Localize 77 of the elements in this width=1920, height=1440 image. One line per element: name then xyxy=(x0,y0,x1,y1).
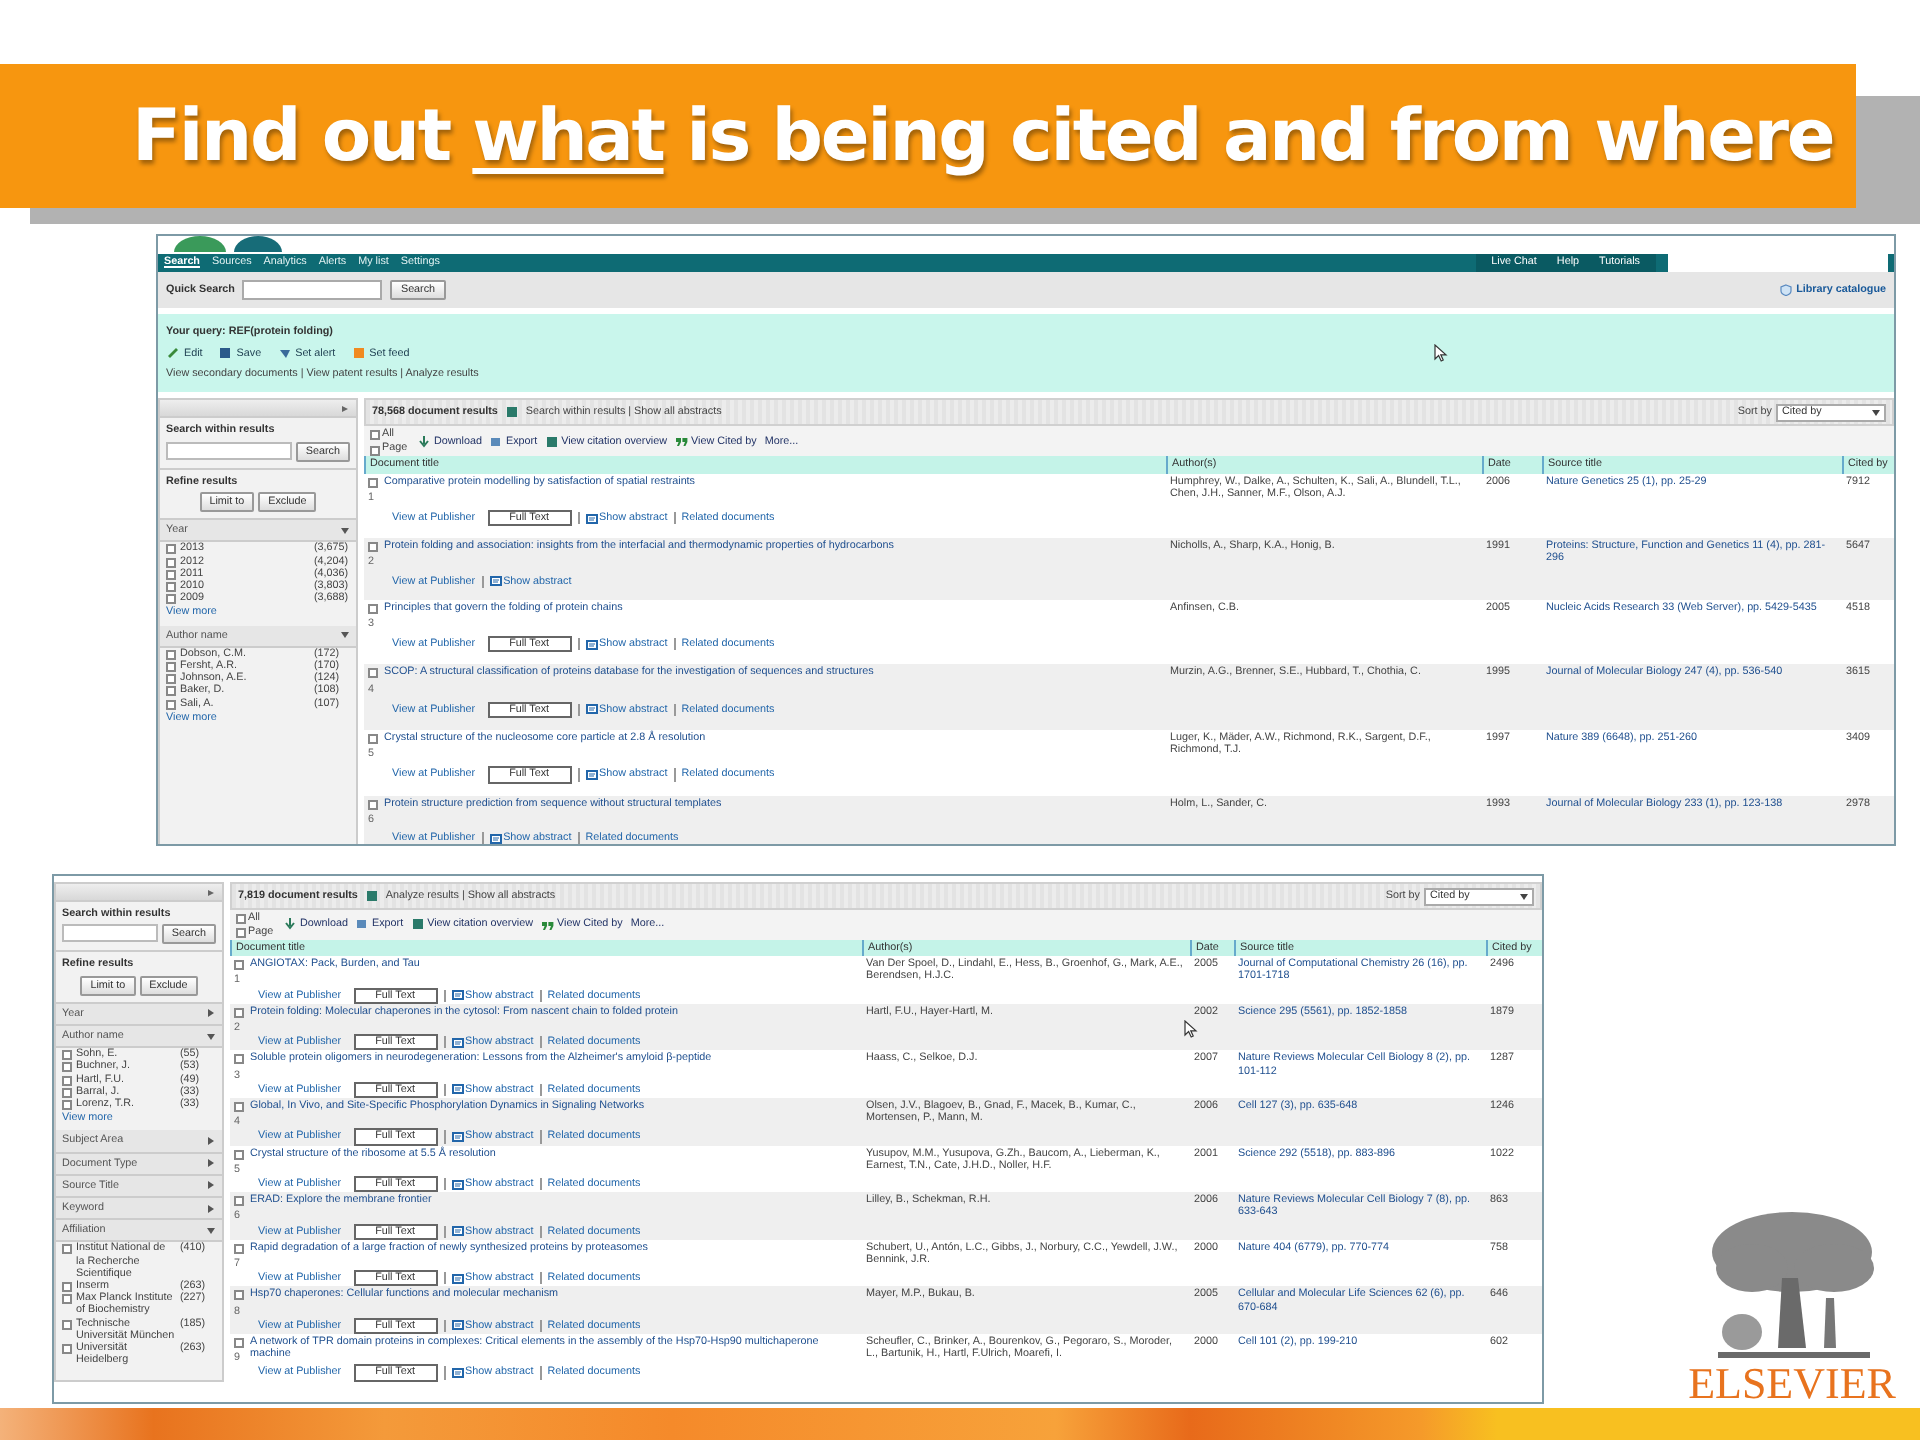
slide-title: Find out what is being cited and from where xyxy=(132,95,1834,177)
checkbox[interactable] xyxy=(370,430,380,441)
checkbox[interactable] xyxy=(166,594,176,605)
mouse-pointer-icon xyxy=(1184,1020,1198,1038)
shield-icon xyxy=(1780,283,1793,296)
caret-icon[interactable] xyxy=(206,1158,216,1169)
search-field[interactable] xyxy=(166,441,292,460)
document-icon xyxy=(451,1320,464,1331)
checkbox[interactable] xyxy=(234,1243,244,1254)
checkbox[interactable] xyxy=(62,1319,72,1330)
caret-icon[interactable] xyxy=(340,525,350,536)
caret-icon xyxy=(1872,409,1880,416)
checkbox[interactable] xyxy=(166,699,176,710)
document-icon xyxy=(451,1132,464,1143)
checkbox[interactable] xyxy=(62,1075,72,1086)
quote-icon xyxy=(541,919,554,930)
download-icon xyxy=(418,435,430,448)
checkbox[interactable] xyxy=(368,734,378,745)
collapse-icon[interactable] xyxy=(206,887,216,897)
logo-icon xyxy=(170,236,230,252)
checkbox[interactable] xyxy=(234,1054,244,1065)
search-field[interactable] xyxy=(242,280,383,300)
checkbox[interactable] xyxy=(368,668,378,679)
caret-icon[interactable] xyxy=(206,1180,216,1191)
checkbox[interactable] xyxy=(234,1007,244,1018)
checkbox[interactable] xyxy=(62,1050,72,1061)
checkbox[interactable] xyxy=(236,928,246,939)
checkbox[interactable] xyxy=(62,1244,72,1255)
export-icon xyxy=(489,435,502,448)
feed-icon xyxy=(351,346,366,361)
document-icon xyxy=(489,576,502,587)
checkbox[interactable] xyxy=(62,1344,72,1355)
checkbox[interactable] xyxy=(368,603,378,614)
brand-wordmark: ELSEVIER xyxy=(1688,1362,1896,1406)
checkbox[interactable] xyxy=(62,1087,72,1098)
document-icon xyxy=(585,770,598,781)
checkbox[interactable] xyxy=(166,649,176,660)
caret-icon[interactable] xyxy=(206,1225,216,1236)
document-icon xyxy=(585,639,598,650)
checkbox[interactable] xyxy=(368,477,378,488)
checkbox[interactable] xyxy=(62,1294,72,1305)
caret-icon[interactable] xyxy=(206,1136,216,1147)
checkbox[interactable] xyxy=(234,1196,244,1207)
checkbox[interactable] xyxy=(166,557,176,568)
checkbox[interactable] xyxy=(234,1290,244,1301)
download-icon xyxy=(284,918,296,931)
caret-icon xyxy=(1520,893,1528,899)
checkbox[interactable] xyxy=(234,1102,244,1113)
checkbox[interactable] xyxy=(166,674,176,685)
checkbox[interactable] xyxy=(234,1149,244,1160)
checkbox[interactable] xyxy=(62,1282,72,1293)
checkbox[interactable] xyxy=(166,662,176,673)
document-icon xyxy=(451,1226,464,1237)
checkbox[interactable] xyxy=(62,1100,72,1111)
checkbox[interactable] xyxy=(166,544,176,555)
caret-icon[interactable] xyxy=(206,1203,216,1214)
quote-icon xyxy=(675,436,688,447)
checkbox[interactable] xyxy=(166,686,176,697)
caret-icon[interactable] xyxy=(206,1008,216,1019)
checkbox[interactable] xyxy=(368,799,378,810)
caret-icon[interactable] xyxy=(206,1031,216,1042)
checkbox[interactable] xyxy=(166,582,176,593)
checkbox[interactable] xyxy=(62,1062,72,1073)
checkbox[interactable] xyxy=(166,569,176,580)
checkbox[interactable] xyxy=(368,542,378,553)
document-icon xyxy=(585,513,598,524)
caret-icon[interactable] xyxy=(340,630,350,641)
pencil-icon xyxy=(166,346,180,361)
checkbox[interactable] xyxy=(234,1338,244,1349)
document-icon xyxy=(585,704,598,715)
search-field[interactable] xyxy=(62,924,158,943)
mouse-pointer-icon xyxy=(1434,344,1448,362)
collapse-icon[interactable] xyxy=(340,403,350,414)
checkbox[interactable] xyxy=(370,445,380,455)
checkbox[interactable] xyxy=(236,913,246,924)
export-icon xyxy=(355,918,368,931)
checkbox[interactable] xyxy=(234,960,244,971)
